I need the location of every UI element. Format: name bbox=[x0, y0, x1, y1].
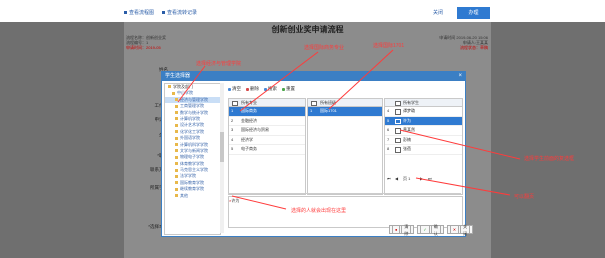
arrow-class bbox=[328, 49, 394, 110]
arrow-checkbox bbox=[399, 129, 521, 160]
arrow-selected bbox=[231, 195, 287, 210]
arrow-college bbox=[177, 65, 206, 103]
arrow-pager bbox=[415, 177, 511, 196]
annotation-arrows bbox=[177, 49, 521, 210]
arrow-major bbox=[239, 51, 319, 112]
